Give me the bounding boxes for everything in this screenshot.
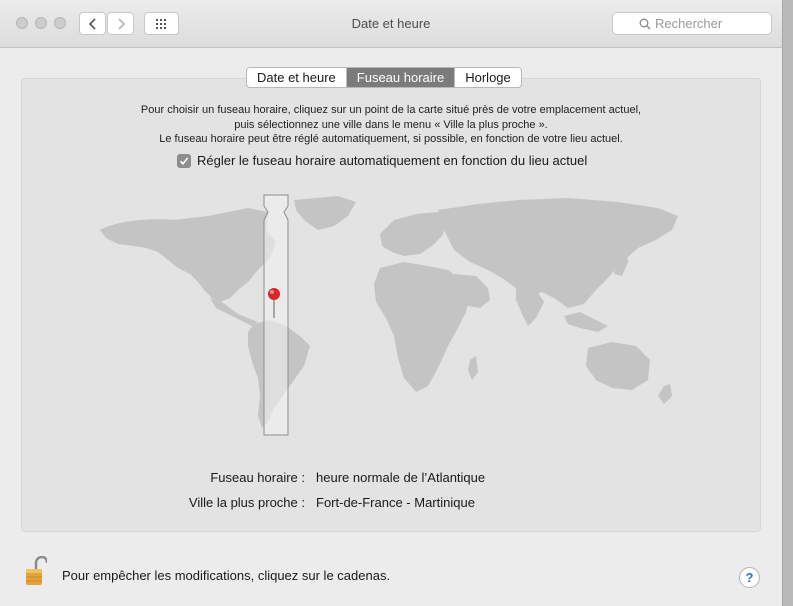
continents: [100, 196, 678, 428]
checkmark-icon: [179, 156, 189, 165]
lock-message: Pour empêcher les modifications, cliquez…: [62, 568, 391, 583]
help-button[interactable]: ?: [739, 567, 760, 588]
tab-date-time[interactable]: Date et heure: [247, 68, 347, 87]
search-input[interactable]: [655, 16, 745, 31]
time-zone-band: [263, 194, 289, 436]
instructions-line: Pour choisir un fuseau horaire, cliquez …: [140, 104, 642, 116]
search-field[interactable]: [612, 12, 772, 35]
closest-city-value: Fort-de-France - Martinique: [316, 495, 475, 510]
timezone-label: Fuseau horaire :: [210, 470, 305, 485]
date-time-window: Date et heure Date et heure Fuseau horai…: [0, 0, 783, 606]
auto-timezone-row[interactable]: Régler le fuseau horaire automatiquement…: [177, 153, 587, 168]
padlock-icon[interactable]: [25, 556, 47, 586]
tab-clock[interactable]: Horloge: [455, 68, 521, 87]
instructions-line: Le fuseau horaire peut être réglé automa…: [159, 133, 623, 145]
title-bar: Date et heure: [0, 0, 782, 48]
instructions-line: puis sélectionnez une ville dans le menu…: [234, 118, 548, 131]
tab-time-zone[interactable]: Fuseau horaire: [346, 68, 456, 87]
timezone-value: heure normale de l’Atlantique: [316, 470, 486, 485]
instructions-text: Pour choisir un fuseau horaire, cliquez …: [21, 103, 761, 147]
auto-timezone-label: Régler le fuseau horaire automatiquement…: [197, 153, 588, 168]
auto-timezone-checkbox[interactable]: [177, 153, 191, 168]
tab-bar: Date et heure Fuseau horaire Horloge: [246, 67, 522, 88]
world-map[interactable]: [98, 190, 682, 440]
closest-city-label: Ville la plus proche :: [188, 495, 305, 510]
search-icon: [639, 18, 651, 29]
